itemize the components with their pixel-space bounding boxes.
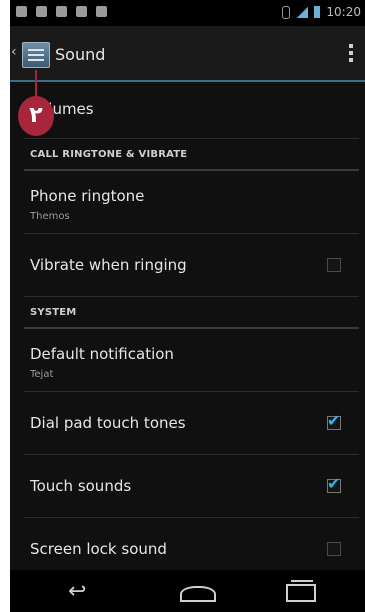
screen-lock-sound-label: Screen lock sound [30, 540, 167, 558]
signal-icon [296, 6, 309, 18]
controller-icon [96, 6, 107, 17]
wifi-icon [36, 6, 47, 17]
system-icons: 10:20 [282, 5, 361, 19]
phone-ringtone-value: Themos [30, 211, 70, 222]
dial-pad-checkbox[interactable] [327, 411, 341, 430]
back-icon[interactable]: ↩ [68, 579, 86, 604]
sim-icon [56, 6, 67, 17]
vibrate-when-ringing-item[interactable]: Vibrate when ringing [24, 234, 359, 297]
settings-app-icon[interactable] [22, 42, 50, 68]
vibrate-when-ringing-label: Vibrate when ringing [30, 256, 187, 274]
section-header-ringtone: CALL RINGTONE & VIBRATE [24, 139, 359, 171]
callout-marker: ٢ [18, 70, 56, 140]
dial-pad-touch-tones-item[interactable]: Dial pad touch tones [24, 392, 359, 455]
touch-sounds-item[interactable]: Touch sounds [24, 455, 359, 518]
section-header-label: SYSTEM [30, 307, 77, 318]
notification-icons [16, 6, 107, 17]
chevron-left-icon[interactable]: ‹ [11, 44, 17, 60]
clock: 10:20 [326, 5, 361, 19]
volumes-item[interactable]: Volumes [24, 82, 359, 139]
mail-icon [16, 6, 27, 17]
default-notification-value: Tejat [30, 369, 54, 380]
dial-pad-touch-tones-label: Dial pad touch tones [30, 414, 186, 432]
callout-number: ٢ [18, 96, 54, 136]
screen-lock-checkbox[interactable] [327, 542, 341, 556]
navigation-bar: ↩ [10, 570, 365, 612]
action-bar: ‹ Sound [10, 26, 365, 82]
recent-apps-icon[interactable] [286, 580, 316, 602]
default-notification-item[interactable]: Default notification Tejat [24, 329, 359, 392]
phone-screen: 10:20 ‹ Sound Volumes CALL RINGTONE & VI… [10, 0, 365, 612]
vibrate-checkbox[interactable] [327, 258, 341, 272]
settings-list: Volumes CALL RINGTONE & VIBRATE Phone ri… [10, 82, 365, 581]
phone-ringtone-label: Phone ringtone [30, 187, 145, 205]
bag-icon [76, 6, 87, 17]
touch-sounds-checkbox[interactable] [327, 474, 341, 493]
section-header-label: CALL RINGTONE & VIBRATE [30, 149, 188, 160]
battery-icon [314, 6, 321, 18]
status-bar: 10:20 [10, 0, 365, 26]
default-notification-label: Default notification [30, 345, 174, 363]
home-icon[interactable] [180, 586, 216, 602]
phone-ringtone-item[interactable]: Phone ringtone Themos [24, 171, 359, 234]
bluetooth-icon [282, 5, 291, 19]
section-header-system: SYSTEM [24, 297, 359, 329]
touch-sounds-label: Touch sounds [30, 477, 132, 495]
page-title: Sound [55, 45, 106, 64]
overflow-menu-icon[interactable] [349, 44, 353, 62]
